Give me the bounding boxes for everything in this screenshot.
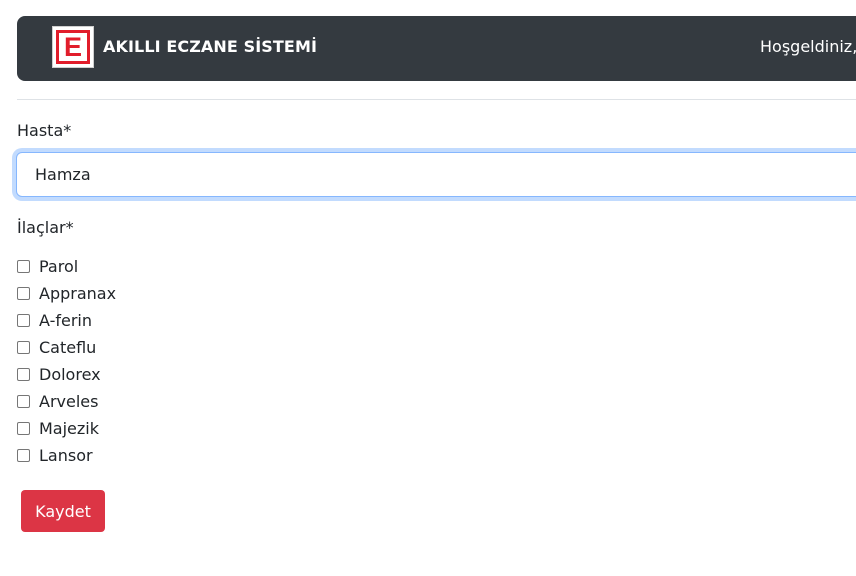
medication-checkbox[interactable] <box>17 314 30 327</box>
medication-item[interactable]: Appranax <box>17 280 116 307</box>
medication-item[interactable]: Dolorex <box>17 361 116 388</box>
header-divider <box>17 99 856 100</box>
medication-checkbox[interactable] <box>17 341 30 354</box>
medication-checkbox[interactable] <box>17 449 30 462</box>
pharmacy-e-logo-icon[interactable]: E <box>52 26 94 68</box>
medication-checkbox[interactable] <box>17 287 30 300</box>
medication-label[interactable]: A-ferin <box>39 311 92 330</box>
medications-label: İlaçlar* <box>17 218 74 237</box>
logo-letter: E <box>63 31 82 62</box>
patient-label: Hasta* <box>17 121 72 140</box>
medication-checkbox[interactable] <box>17 422 30 435</box>
navbar: E AKILLI ECZANE SİSTEMİ Hoşgeldiniz, <box>17 16 856 81</box>
save-button[interactable]: Kaydet <box>21 490 105 532</box>
medication-label[interactable]: Lansor <box>39 446 93 465</box>
patient-input[interactable] <box>16 152 856 197</box>
medication-item[interactable]: Cateflu <box>17 334 116 361</box>
medication-label[interactable]: Arveles <box>39 392 98 411</box>
medication-item[interactable]: Majezik <box>17 415 116 442</box>
medication-checkbox[interactable] <box>17 395 30 408</box>
medication-label[interactable]: Majezik <box>39 419 99 438</box>
medication-item[interactable]: Lansor <box>17 442 116 469</box>
medication-item[interactable]: Parol <box>17 253 116 280</box>
welcome-text: Hoşgeldiniz, <box>760 37 856 56</box>
medication-checkbox[interactable] <box>17 260 30 273</box>
medication-label[interactable]: Cateflu <box>39 338 96 357</box>
medication-item[interactable]: A-ferin <box>17 307 116 334</box>
medication-checkbox[interactable] <box>17 368 30 381</box>
brand-name[interactable]: AKILLI ECZANE SİSTEMİ <box>103 37 317 56</box>
medication-label[interactable]: Dolorex <box>39 365 101 384</box>
medication-label[interactable]: Parol <box>39 257 78 276</box>
logo-frame: E <box>56 30 90 64</box>
medication-label[interactable]: Appranax <box>39 284 116 303</box>
medication-list: Parol Appranax A-ferin Cateflu Dolorex A… <box>17 253 116 469</box>
medication-item[interactable]: Arveles <box>17 388 116 415</box>
